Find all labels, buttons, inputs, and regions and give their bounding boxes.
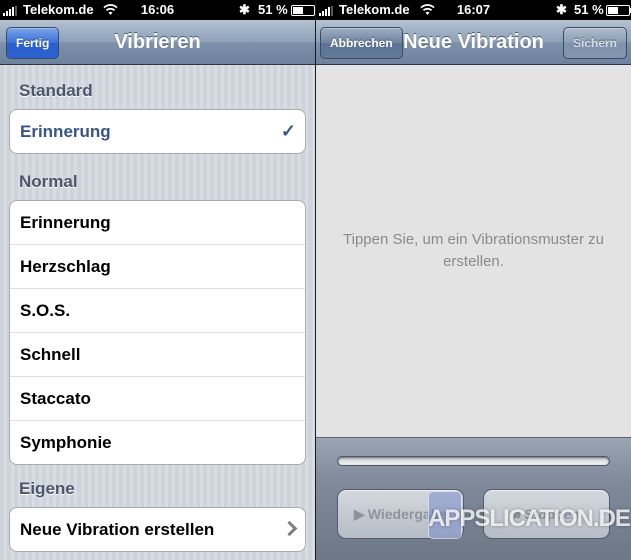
vibration-tap-area[interactable]: Tippen Sie, um ein Vibrationsmuster zu e… <box>316 65 631 437</box>
bluetooth-icon: ✱ <box>556 2 567 17</box>
list-item-label: Schnell <box>20 345 81 364</box>
navigation-bar: Abbrechen Neue Vibration Sichern <box>316 20 631 65</box>
grouped-table: Standard Erinnerung ✓ Normal Erinnerung … <box>0 65 315 560</box>
list-item-staccato[interactable]: Staccato <box>10 377 305 421</box>
list-item-schnell[interactable]: Schnell <box>10 333 305 377</box>
list-item-label: Erinnerung <box>20 122 111 141</box>
section-header-normal: Normal <box>19 172 78 191</box>
status-bar: Telekom.de 16:06 ✱ 51 % <box>0 0 315 20</box>
bluetooth-icon: ✱ <box>239 2 250 17</box>
list-item-standard-erinnerung[interactable]: Erinnerung ✓ <box>10 110 305 153</box>
watermark-logo: APPSLICATION.DE <box>428 491 631 553</box>
watermark-text: APPSLICATION.DE <box>428 505 631 532</box>
checkmark-icon: ✓ <box>280 121 296 141</box>
chevron-right-icon <box>281 520 298 537</box>
new-vibration-screen: Telekom.de 16:07 ✱ 51 % Abbrechen Neue V… <box>316 0 631 560</box>
page-title: Vibrieren <box>114 31 201 53</box>
list-item-herzschlag[interactable]: Herzschlag <box>10 245 305 289</box>
list-item-sos[interactable]: S.O.S. <box>10 289 305 333</box>
navigation-bar: Fertig Vibrieren <box>0 20 315 65</box>
vibration-list-screen: Telekom.de 16:06 ✱ 51 % Fertig Vibrieren… <box>0 0 315 560</box>
battery-percent: 51 % <box>574 2 604 17</box>
list-item-label: Staccato <box>20 389 91 408</box>
list-item-erinnerung[interactable]: Erinnerung <box>10 201 305 245</box>
list-item-label: Erinnerung <box>20 213 111 232</box>
playback-toolbar: ▶ Wiedergabe ■ Stoppen APPSLICATION.DE <box>316 437 631 560</box>
section-header-eigene: Eigene <box>19 479 75 498</box>
save-button[interactable]: Sichern <box>562 27 627 59</box>
battery-percent: 51 % <box>258 2 288 17</box>
section-header-standard: Standard <box>19 81 93 100</box>
normal-group: Erinnerung Herzschlag S.O.S. Schnell Sta… <box>9 200 306 465</box>
list-item-label: Herzschlag <box>20 257 111 276</box>
list-item-symphonie[interactable]: Symphonie <box>10 421 305 464</box>
battery-icon <box>606 5 631 16</box>
play-icon: ▶ <box>353 506 365 522</box>
list-item-label: S.O.S. <box>20 301 71 320</box>
create-vibration-item[interactable]: Neue Vibration erstellen <box>10 508 305 551</box>
list-item-label: Symphonie <box>20 433 112 452</box>
progress-bar <box>337 456 610 466</box>
list-item-label: Neue Vibration erstellen <box>20 520 215 539</box>
standard-group: Erinnerung ✓ <box>9 109 306 154</box>
custom-group: Neue Vibration erstellen <box>9 507 306 552</box>
status-bar: Telekom.de 16:07 ✱ 51 % <box>316 0 631 20</box>
battery-icon <box>291 5 315 16</box>
instruction-text: Tippen Sie, um ein Vibrationsmuster zu e… <box>343 231 604 270</box>
